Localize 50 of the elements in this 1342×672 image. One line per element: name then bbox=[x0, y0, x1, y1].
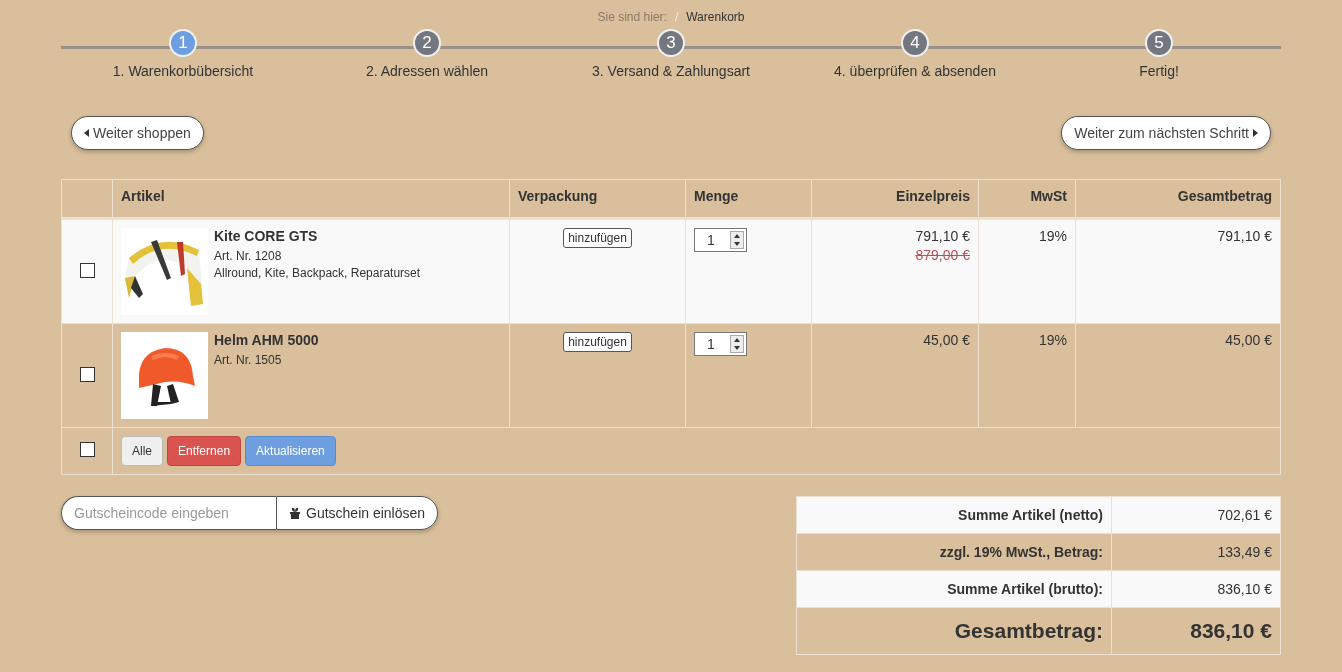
caret-icon bbox=[1253, 129, 1258, 137]
remove-button[interactable]: Entfernen bbox=[167, 436, 242, 466]
gift-icon bbox=[289, 507, 301, 519]
step-label: 4. überprüfen & absenden bbox=[834, 63, 996, 79]
add-packaging-button[interactable]: hinzufügen bbox=[563, 228, 632, 248]
old-price: 879,00 € bbox=[914, 247, 970, 263]
step-label: 2. Adressen wählen bbox=[365, 63, 489, 79]
summary-label: zzgl. 19% MwSt., Betrag: bbox=[796, 533, 1112, 571]
article-number: Art. Nr. 1505 bbox=[214, 353, 283, 367]
summary-value: 702,61 € bbox=[1111, 496, 1281, 534]
coupon-code-field[interactable]: Gutscheincode eingeben bbox=[61, 496, 276, 530]
back-button[interactable]: Weiter shoppen bbox=[71, 116, 204, 150]
vat-rate: 19% bbox=[1038, 228, 1067, 244]
breadcrumb-label: Sie sind hier: bbox=[597, 10, 667, 24]
checkbox[interactable] bbox=[79, 366, 95, 382]
checkbox[interactable] bbox=[79, 262, 95, 278]
line-total: 791,10 € bbox=[1217, 228, 1272, 244]
step-circle[interactable]: 4 bbox=[901, 29, 929, 57]
breadcrumb-link[interactable]: Warenkorb bbox=[686, 10, 745, 24]
checkbox[interactable] bbox=[79, 442, 95, 457]
summary-label: Summe Artikel (netto) bbox=[796, 496, 1112, 534]
product-details: Allround, Kite, Backpack, Reparaturset bbox=[214, 266, 421, 280]
unit-price: 45,00 € bbox=[922, 332, 970, 348]
quantity-field[interactable]: 1 bbox=[694, 332, 747, 356]
step-label: 3. Versand & Zahlungsart bbox=[592, 63, 750, 79]
vat-rate: 19% bbox=[1038, 332, 1067, 348]
step-label: Fertig! bbox=[1139, 63, 1179, 79]
next-button[interactable]: Weiter zum nächsten Schritt bbox=[1061, 116, 1271, 150]
select-all-button[interactable]: Alle bbox=[121, 436, 163, 466]
grand-total-value: 836,10 € bbox=[1111, 607, 1281, 655]
step-circle[interactable]: 2 bbox=[413, 29, 441, 57]
unit-price: 791,10 € bbox=[914, 228, 970, 244]
breadcrumb-separator: / bbox=[674, 10, 679, 24]
step-circle[interactable]: 5 bbox=[1145, 29, 1173, 57]
add-packaging-button[interactable]: hinzufügen bbox=[563, 332, 632, 352]
product-name[interactable]: Helm AHM 5000 bbox=[214, 332, 319, 348]
product-name[interactable]: Kite CORE GTS bbox=[214, 228, 421, 244]
spinner-icon bbox=[730, 231, 744, 249]
quantity-field[interactable]: 1 bbox=[694, 228, 747, 252]
summary-value: 836,10 € bbox=[1111, 570, 1281, 608]
line-total: 45,00 € bbox=[1225, 332, 1272, 348]
redeem-coupon-button[interactable]: Gutschein einlösen bbox=[276, 496, 439, 530]
step-circle[interactable]: 3 bbox=[657, 29, 685, 57]
step-label: 1. Warenkorbübersicht bbox=[112, 63, 254, 79]
caret-icon bbox=[84, 129, 89, 137]
article-number: Art. Nr. 1208 bbox=[214, 249, 283, 263]
summary-label: Summe Artikel (brutto): bbox=[796, 570, 1112, 608]
spinner-icon bbox=[730, 335, 744, 353]
summary-value: 133,49 € bbox=[1111, 533, 1281, 571]
grand-total-label: Gesamtbetrag: bbox=[796, 607, 1112, 655]
